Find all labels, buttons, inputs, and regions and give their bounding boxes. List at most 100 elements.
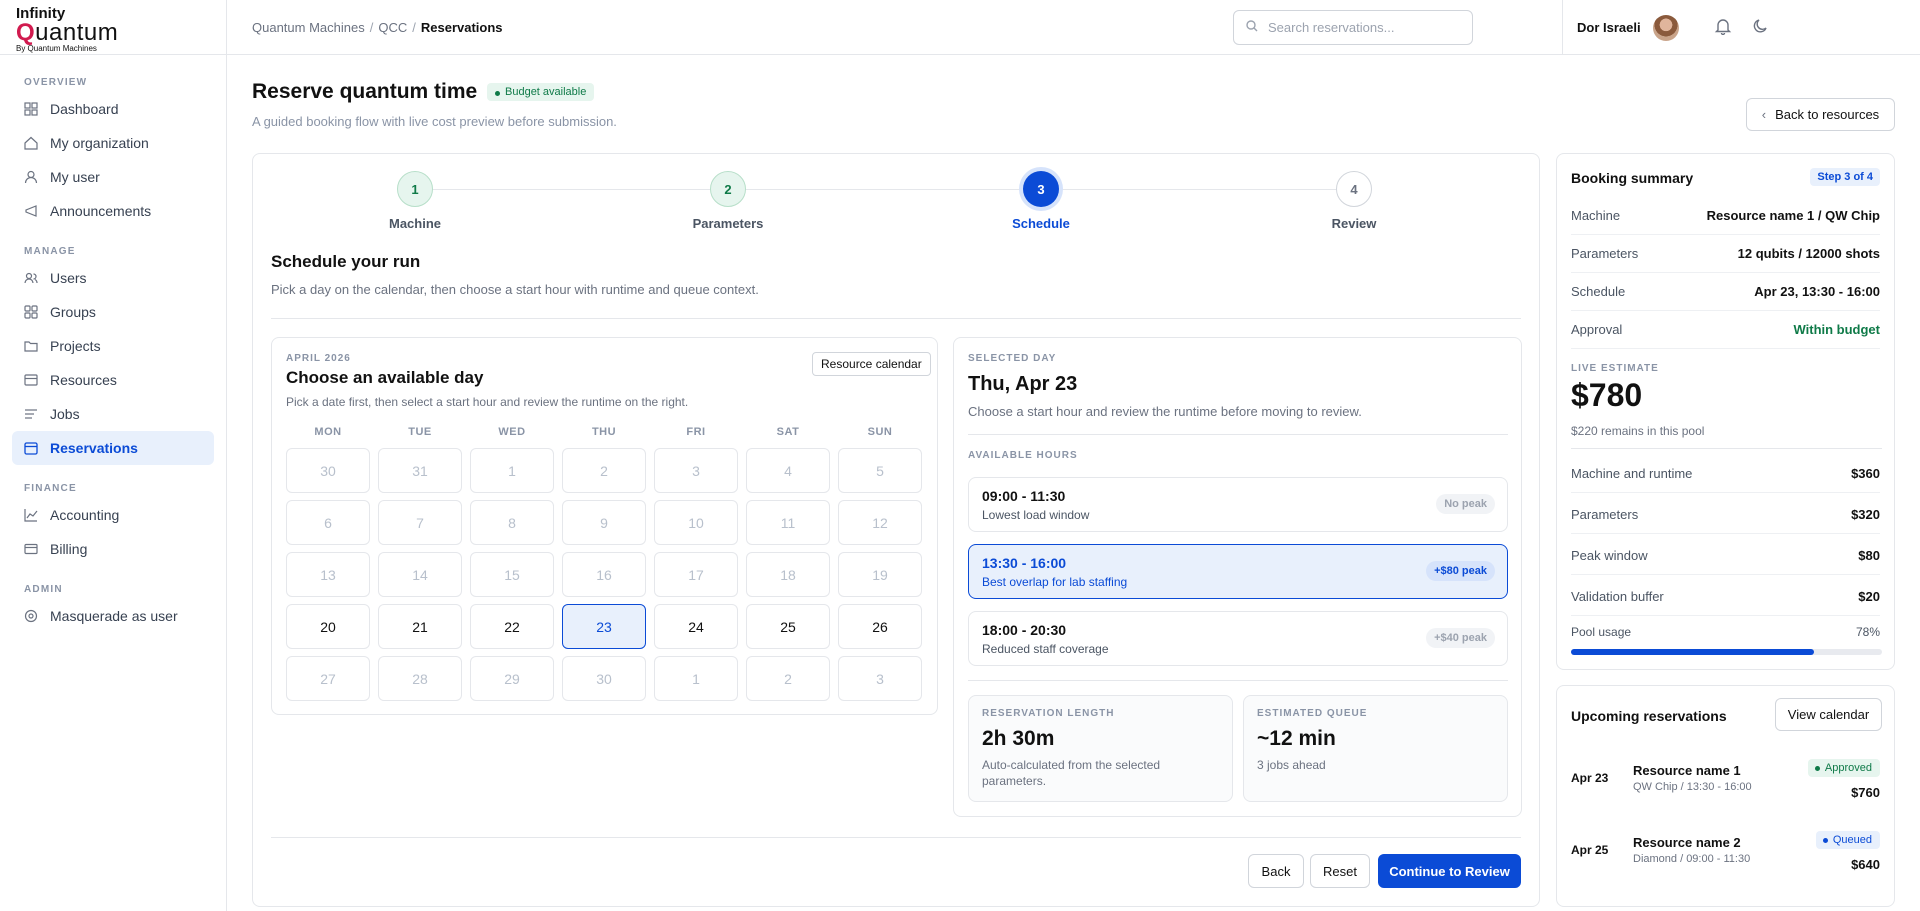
upcoming-name: Resource name 2	[1633, 835, 1741, 850]
nav-section-title: MANAGE	[24, 246, 76, 257]
sidebar-item-groups[interactable]: Groups	[12, 295, 214, 329]
cost-label: Machine and runtime	[1571, 466, 1693, 481]
sidebar-item-my-user[interactable]: My user	[12, 160, 214, 194]
calendar-day-disabled: 10	[654, 500, 738, 545]
sidebar-item-users[interactable]: Users	[12, 261, 214, 295]
calendar-month: APRIL 2026	[286, 353, 351, 364]
breadcrumb-item[interactable]: QCC	[378, 20, 407, 35]
user-menu[interactable]: Dor Israeli	[1562, 0, 1679, 55]
reservation-length-value: 2h 30m	[982, 727, 1055, 750]
reservation-length-card: RESERVATION LENGTH 2h 30m Auto-calculate…	[968, 695, 1233, 802]
time-slot[interactable]: 13:30 - 16:00 Best overlap for lab staffi…	[968, 544, 1508, 599]
sidebar-item-billing[interactable]: Billing	[12, 532, 214, 566]
calendar-day-available[interactable]: 22	[470, 604, 554, 649]
calendar-day-disabled: 1	[654, 656, 738, 701]
sidebar-item-dashboard[interactable]: Dashboard	[12, 92, 214, 126]
breadcrumb-item[interactable]: Quantum Machines	[252, 20, 365, 35]
page-title: Reserve quantum time	[252, 80, 478, 103]
bell-icon[interactable]	[1714, 17, 1734, 37]
calendar-day-available[interactable]: 24	[654, 604, 738, 649]
reset-button[interactable]: Reset	[1310, 854, 1370, 888]
step-number: 1	[397, 171, 433, 207]
sidebar-item-label: Masquerade as user	[50, 608, 178, 624]
status-badge: Approved	[1807, 759, 1880, 777]
calendar-day-available[interactable]: 26	[838, 604, 922, 649]
cost-value: $20	[1858, 589, 1880, 604]
logo[interactable]: Infinity Quantum By Quantum Machines	[0, 0, 226, 55]
breadcrumb-current: Reservations	[420, 19, 503, 35]
pool-usage-value: 78%	[1855, 625, 1880, 639]
pool-usage-label: Pool usage	[1571, 625, 1632, 639]
step-schedule[interactable]: 3 Schedule	[991, 171, 1091, 231]
dashboard-icon	[23, 101, 39, 117]
calendar-day-available[interactable]: 25	[746, 604, 830, 649]
slot-time: 13:30 - 16:00	[982, 555, 1067, 571]
upcoming-item[interactable]: Apr 25 Resource name 2 Diamond / 09:00 - 1…	[1571, 819, 1880, 891]
back-button[interactable]: Back	[1248, 854, 1304, 888]
calendar-day-available[interactable]: 20	[286, 604, 370, 649]
sidebar-item-accounting[interactable]: Accounting	[12, 498, 214, 532]
calendar-day-available[interactable]: 23	[562, 604, 646, 649]
moon-icon[interactable]	[1752, 17, 1772, 37]
upcoming-detail: Diamond / 09:00 - 11:30	[1633, 853, 1751, 865]
nav-section-title: OVERVIEW	[24, 77, 88, 88]
selected-day-title: Thu, Apr 23	[968, 373, 1078, 395]
upcoming-date: Apr 25	[1571, 843, 1609, 857]
calendar-day-available[interactable]: 21	[378, 604, 462, 649]
sidebar-item-announcements[interactable]: Announcements	[12, 194, 214, 228]
slot-time: 18:00 - 20:30	[982, 622, 1067, 638]
step-machine[interactable]: 1 Machine	[365, 171, 465, 231]
pool-usage-bar	[1571, 649, 1882, 655]
step-number: 3	[1023, 171, 1059, 207]
sidebar-item-label: My organization	[50, 135, 149, 151]
sidebar-item-jobs[interactable]: Jobs	[12, 397, 214, 431]
step-parameters[interactable]: 2 Parameters	[678, 171, 778, 231]
step-label: Schedule	[1012, 216, 1070, 231]
upcoming-price: $640	[1851, 857, 1880, 872]
time-slot[interactable]: 18:00 - 20:30 Reduced staff coverage +$40 …	[968, 611, 1508, 666]
continue-to-review-button[interactable]: Continue to Review	[1378, 854, 1521, 888]
sidebar-item-resources[interactable]: Resources	[12, 363, 214, 397]
step-label: Machine	[388, 216, 441, 231]
step-review[interactable]: 4 Review	[1304, 171, 1404, 231]
sidebar-item-my-organization[interactable]: My organization	[12, 126, 214, 160]
slot-description: Reduced staff coverage	[982, 642, 1109, 656]
resources-icon	[23, 372, 39, 388]
sidebar-item-reservations[interactable]: Reservations	[12, 431, 214, 465]
upcoming-reservations-card: Upcoming reservations View calendar Apr …	[1556, 685, 1895, 907]
cost-value: $80	[1858, 548, 1880, 563]
section-subtitle: Pick a day on the calendar, then choose …	[271, 282, 759, 297]
avatar	[1652, 14, 1679, 41]
divider	[271, 837, 1521, 838]
sidebar-item-masquerade-as-user[interactable]: Masquerade as user	[12, 599, 214, 633]
calendar-day-disabled: 13	[286, 552, 370, 597]
estimated-queue-card: ESTIMATED QUEUE ~12 min 3 jobs ahead	[1243, 695, 1508, 802]
sidebar-item-label: Users	[50, 270, 87, 286]
slot-description: Lowest load window	[982, 508, 1090, 522]
back-to-resources-button[interactable]: ‹ Back to resources	[1746, 98, 1895, 131]
sidebar-item-projects[interactable]: Projects	[12, 329, 214, 363]
section-title: Schedule your run	[271, 252, 421, 271]
chart-icon	[23, 507, 39, 523]
resource-calendar-button[interactable]: Resource calendar	[812, 352, 931, 376]
sidebar-item-label: Dashboard	[50, 101, 119, 117]
booking-summary-card: Booking summary Step 3 of 4 Machine Resou…	[1556, 153, 1895, 670]
nav-section-title: FINANCE	[24, 483, 77, 494]
cost-label: Validation buffer	[1571, 589, 1664, 604]
step-label: Review	[1331, 216, 1377, 231]
calendar-day-disabled: 7	[378, 500, 462, 545]
upcoming-item[interactable]: Apr 23 Resource name 1 QW Chip / 13:30 - 1…	[1571, 747, 1880, 819]
search-input[interactable]: Search reservations...	[1233, 10, 1473, 45]
upcoming-name: Resource name 1	[1633, 763, 1741, 778]
summary-key: Approval	[1571, 322, 1623, 337]
sidebar-item-label: Billing	[50, 541, 88, 557]
selected-day-card: SELECTED DAY Thu, Apr 23 Choose a start …	[953, 337, 1522, 817]
calendar-day-disabled: 3	[654, 448, 738, 493]
summary-value: 12 qubits / 12000 shots	[1737, 246, 1880, 261]
cost-row: Peak window $80	[1571, 537, 1880, 575]
time-slot[interactable]: 09:00 - 11:30 Lowest load window No peak	[968, 477, 1508, 532]
view-calendar-button[interactable]: View calendar	[1775, 698, 1882, 731]
summary-title: Booking summary	[1571, 170, 1694, 186]
live-estimate-value: $780	[1571, 377, 1643, 413]
groups-icon	[23, 304, 39, 320]
